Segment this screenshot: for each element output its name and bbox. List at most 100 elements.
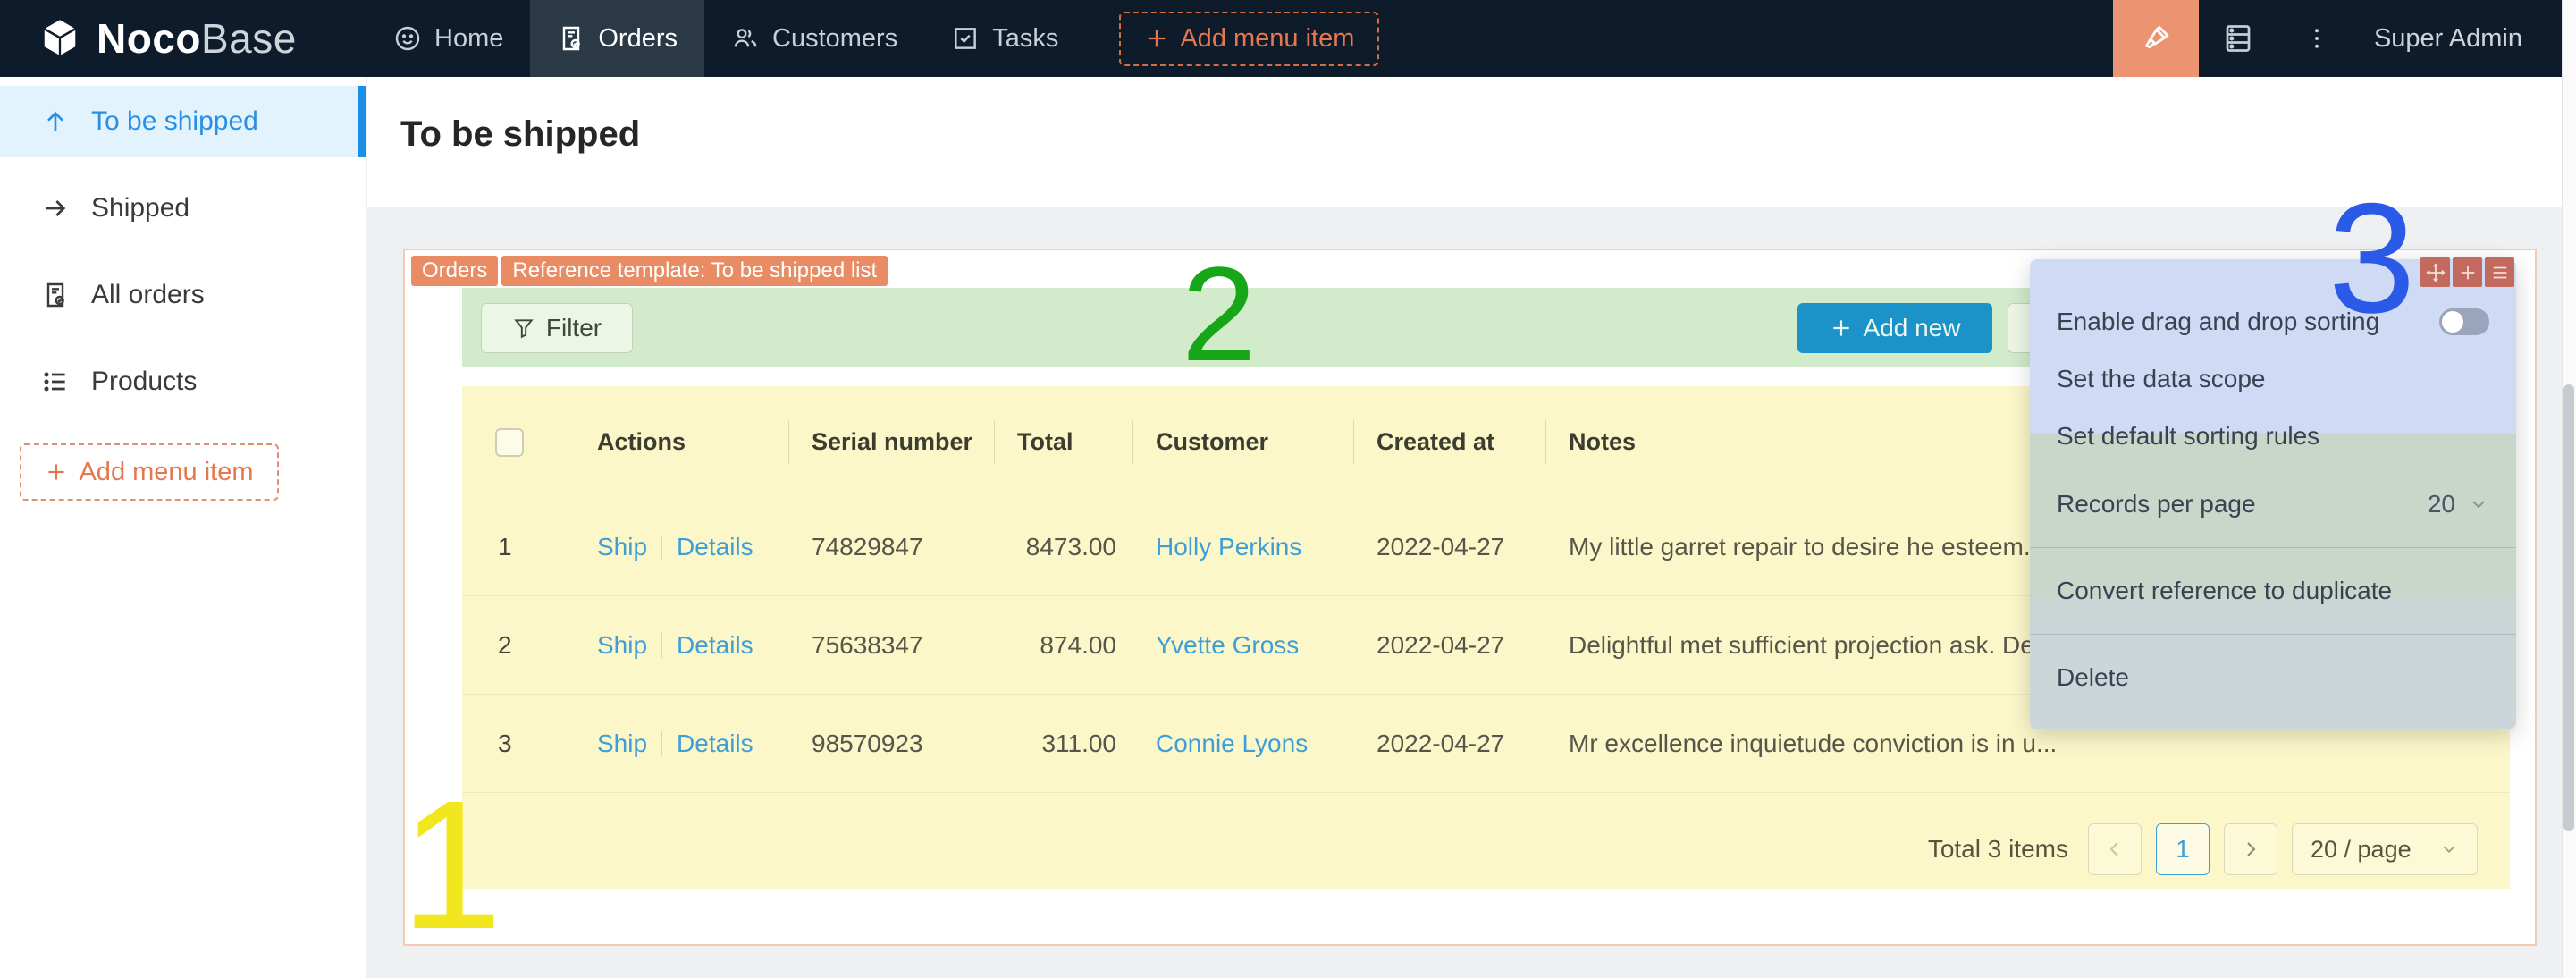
row-actions: Ship Details [574,695,788,792]
sidebar-item-label: Products [91,367,197,397]
page-header: To be shipped [367,77,2562,207]
page-size-select[interactable]: 20 / page [2292,823,2478,875]
nav-label: Home [434,24,503,54]
serial-number-cell: 74829847 [788,498,994,595]
row-index: 1 [462,498,574,595]
nav-item-customers[interactable]: Customers [704,0,924,77]
column-header-total[interactable]: Total [994,386,1132,498]
ship-link[interactable]: Ship [597,729,647,758]
row-index: 2 [462,596,574,694]
drag-sorting-toggle[interactable] [2439,308,2489,335]
more-actions-button[interactable] [2277,0,2356,77]
scrollbar[interactable] [2562,0,2576,978]
sidebar-item-shipped[interactable]: Shipped [0,173,366,244]
details-link[interactable]: Details [677,533,753,561]
nav-add-menu-item-button[interactable]: Add menu item [1119,12,1379,66]
action-divider [661,535,662,560]
column-header-actions[interactable]: Actions [574,386,788,498]
next-page-button[interactable] [2224,823,2277,875]
customer-cell: Yvette Gross [1132,596,1353,694]
nav-add-label: Add menu item [1180,24,1354,54]
action-divider [661,633,662,658]
customer-cell: Connie Lyons [1132,695,1353,792]
previous-page-button[interactable] [2088,823,2142,875]
filter-button[interactable]: Filter [481,303,633,353]
kebab-icon [2303,25,2330,52]
scrollbar-thumb[interactable] [2563,384,2574,831]
menu-item-records-per-page[interactable]: Records per page 20 [2030,476,2516,533]
arrow-up-icon [41,107,70,136]
ship-link[interactable]: Ship [597,533,647,561]
ship-link[interactable]: Ship [597,631,647,660]
customer-link[interactable]: Holly Perkins [1156,533,1301,561]
column-header-serial-number[interactable]: Serial number [788,386,994,498]
team-icon [731,24,760,53]
ui-editor-toggle-button[interactable] [2113,0,2199,77]
active-indicator [358,86,366,157]
annotation-label-2: 2 [1182,247,1256,381]
customer-link[interactable]: Yvette Gross [1156,631,1299,660]
total-cell: 311.00 [994,695,1132,792]
nav-label: Tasks [992,24,1058,54]
chevron-down-icon [2468,493,2489,515]
pagination: Total 3 items 1 20 / page [1928,823,2478,875]
toggle-knob [2442,311,2463,333]
total-cell: 874.00 [994,596,1132,694]
check-square-icon [951,24,980,53]
nav-item-home[interactable]: Home [366,0,530,77]
plus-icon [2458,263,2478,282]
chevron-down-icon [2439,839,2459,859]
created-at-cell: 2022-04-27 [1353,695,1545,792]
block-tags: Orders Reference template: To be shipped… [411,256,888,286]
collections-manager-button[interactable] [2199,0,2277,77]
database-icon [2222,22,2254,55]
current-user-menu[interactable]: Super Admin [2356,24,2562,54]
sidebar-add-menu-item-button[interactable]: Add menu item [20,443,279,501]
menu-item-convert-reference[interactable]: Convert reference to duplicate [2030,562,2516,620]
block-designer-toolbar [2420,257,2514,287]
menu-item-delete[interactable]: Delete [2030,649,2516,706]
add-block-button[interactable] [2453,257,2482,287]
details-link[interactable]: Details [677,729,753,758]
sidebar-item-label: Shipped [91,193,189,223]
row-actions: Ship Details [574,498,788,595]
customer-link[interactable]: Connie Lyons [1156,729,1308,758]
menu-item-set-data-scope[interactable]: Set the data scope [2030,350,2516,408]
column-header-customer[interactable]: Customer [1132,386,1353,498]
drag-icon [2426,263,2446,282]
serial-number-cell: 98570923 [788,695,994,792]
select-all-checkbox[interactable] [495,428,524,457]
sidebar-item-products[interactable]: Products [0,346,366,417]
collection-tag: Orders [411,256,498,286]
details-link[interactable]: Details [677,631,753,660]
menu-item-label: Records per page [2057,490,2256,519]
reference-template-tag: Reference template: To be shipped list [501,256,888,286]
brand-logo[interactable]: NocoBase [0,14,366,63]
nav-item-orders[interactable]: Orders [530,0,704,77]
block-settings-menu-button[interactable] [2485,257,2514,287]
annotation-label-1: 1 [400,773,502,957]
navbar-right: Super Admin [2113,0,2562,77]
plus-icon [45,460,68,484]
smiley-icon [393,24,422,53]
highlighter-icon [2140,22,2172,55]
menu-item-set-default-sorting[interactable]: Set default sorting rules [2030,408,2516,465]
total-cell: 8473.00 [994,498,1132,595]
page-1-button[interactable]: 1 [2156,823,2210,875]
sidebar-item-all-orders[interactable]: All orders [0,259,366,331]
column-header-created-at[interactable]: Created at [1353,386,1545,498]
brand-light: Base [201,15,297,62]
drag-handle-button[interactable] [2420,257,2450,287]
nav-label: Orders [598,24,678,54]
add-new-button[interactable]: Add new [1797,303,1992,353]
plus-icon [1830,316,1853,340]
sidebar-item-to-be-shipped[interactable]: To be shipped [0,86,366,157]
menu-item-enable-drag-sorting[interactable]: Enable drag and drop sorting [2030,293,2516,350]
row-actions: Ship Details [574,596,788,694]
file-done-icon [41,281,70,309]
file-done-icon [557,24,585,53]
menu-divider [2030,547,2516,548]
sidebar-add-label: Add menu item [79,458,253,487]
nav-item-tasks[interactable]: Tasks [924,0,1085,77]
sidebar: To be shipped Shipped All orders Pro [0,77,366,978]
